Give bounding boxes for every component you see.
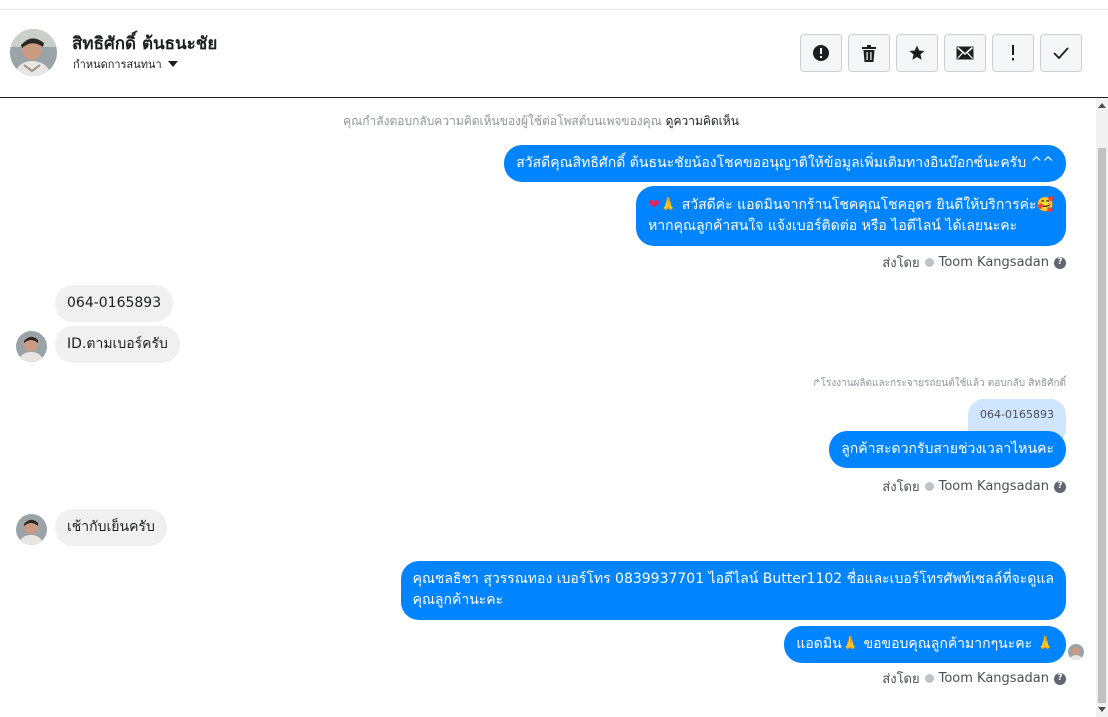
message-text: 064-0165893 — [67, 295, 162, 311]
envelope-icon — [956, 46, 974, 60]
seen-avatar — [1068, 644, 1084, 660]
incoming-message[interactable]: ID.ตามเบอร์ครับ — [55, 326, 180, 363]
reply-note: ↱โรงงานผลิตและกระจายรถยนต์ใช้แล้ว ตอบกลั… — [812, 376, 1066, 391]
contact-avatar[interactable] — [10, 29, 57, 76]
sent-by-label: ส่งโดย Toom Kangsadan ? — [882, 252, 1066, 273]
blush-emoji: 🥰 — [1036, 197, 1054, 213]
trash-icon — [862, 44, 876, 62]
assign-conversation-dropdown[interactable]: กำหนดการสนทนา — [73, 55, 178, 73]
incoming-message[interactable]: เช้ากับเย็นครับ — [55, 509, 167, 546]
sent-check-icon — [924, 482, 934, 491]
alert-circle-icon — [813, 45, 829, 61]
message-text: เช้ากับเย็นครับ — [67, 519, 155, 535]
sender-name[interactable]: Toom Kangsadan — [939, 255, 1049, 270]
sent-by-prefix: ส่งโดย — [882, 256, 920, 271]
reply-arrow-icon: ↱ — [812, 378, 821, 389]
help-icon[interactable]: ? — [1054, 256, 1066, 269]
conversation-header: สิทธิศักดิ์ ต้นธนะชัย กำหนดการสนทนา — [0, 10, 1108, 98]
contact-name[interactable]: สิทธิศักดิ์ ต้นธนะชัย — [72, 30, 217, 57]
sent-by-label: ส่งโดย Toom Kangsadan ? — [882, 476, 1066, 497]
exclamation-icon — [1012, 45, 1014, 61]
incoming-message[interactable]: 064-0165893 — [55, 285, 174, 322]
contact-avatar-small[interactable] — [16, 331, 47, 362]
sent-by-prefix: ส่งโดย — [882, 672, 920, 687]
message-text: คุณชลธิชา สุวรรณทอง เบอร์โทร 0839937701 … — [412, 571, 1054, 587]
help-icon[interactable]: ? — [1054, 672, 1066, 685]
assign-label: กำหนดการสนทนา — [73, 58, 162, 71]
mark-unread-button[interactable] — [944, 34, 986, 72]
check-icon — [1053, 47, 1069, 59]
pray-emoji: 🙏 — [1036, 636, 1054, 652]
quoted-text: 064-0165893 — [980, 408, 1054, 421]
heart-emoji: ❤ — [648, 197, 660, 213]
message-text: หากคุณลูกค้าสนใจ แจ้งเบอร์ติดต่อ หรือ ไอ… — [648, 218, 1018, 234]
sent-by-prefix: ส่งโดย — [882, 480, 920, 495]
message-text: สวัสดีค่ะ แอดมินจากร้านโชคคุณโชคอุดร ยิน… — [681, 197, 1037, 213]
message-text: แอดมิน — [796, 636, 842, 652]
sender-name[interactable]: Toom Kangsadan — [939, 479, 1049, 494]
reply-context: คุณกำลังตอบกลับความคิดเห็นของผู้ใช้ต่อโพ… — [0, 112, 1082, 131]
help-icon[interactable]: ? — [1054, 480, 1066, 493]
outgoing-message[interactable]: แอดมิน🙏 ขอขอบคุณลูกค้ามากๆนะคะ 🙏 — [784, 626, 1066, 663]
message-text: ขอขอบคุณลูกค้ามากๆนะคะ — [863, 636, 1033, 652]
scrollbar[interactable] — [1096, 98, 1108, 717]
message-text: ลูกค้าสะดวกรับสายช่วงเวลาไหนคะ — [841, 441, 1054, 457]
contact-avatar-small[interactable] — [16, 514, 47, 545]
follow-up-button[interactable] — [992, 34, 1034, 72]
scrollbar-thumb[interactable] — [1098, 148, 1106, 703]
sent-by-label: ส่งโดย Toom Kangsadan ? — [882, 668, 1066, 689]
outgoing-message[interactable]: ❤🙏 สวัสดีค่ะ แอดมินจากร้านโชคคุณโชคอุดร … — [636, 186, 1066, 246]
message-thread[interactable]: คุณกำลังตอบกลับความคิดเห็นของผู้ใช้ต่อโพ… — [0, 98, 1096, 717]
spam-button[interactable] — [800, 34, 842, 72]
star-icon — [909, 45, 925, 60]
sender-name[interactable]: Toom Kangsadan — [939, 671, 1049, 686]
sent-check-icon — [924, 674, 934, 683]
delete-button[interactable] — [848, 34, 890, 72]
done-button[interactable] — [1040, 34, 1082, 72]
pray-emoji: 🙏 — [659, 197, 678, 213]
pray-emoji: 🙏 — [841, 636, 860, 652]
star-button[interactable] — [896, 34, 938, 72]
outgoing-message[interactable]: สวัสดีคุณสิทธิศักดิ์ ต้นธนะชัยน้องโชคขออ… — [504, 145, 1066, 182]
reply-context-text: คุณกำลังตอบกลับความคิดเห็นของผู้ใช้ต่อโพ… — [343, 114, 662, 128]
message-text: ID.ตามเบอร์ครับ — [67, 336, 168, 352]
action-toolbar — [800, 34, 1082, 72]
view-comment-link[interactable]: ดูความคิดเห็น — [666, 114, 739, 128]
scroll-up-icon[interactable] — [1098, 103, 1106, 108]
reply-note-text: โรงงานผลิตและกระจายรถยนต์ใช้แล้ว ตอบกลับ… — [820, 378, 1066, 389]
outgoing-message[interactable]: คุณชลธิชา สุวรรณทอง เบอร์โทร 0839937701 … — [400, 561, 1066, 620]
message-text: คุณลูกค้านะคะ — [412, 592, 504, 608]
caret-down-icon — [167, 61, 178, 67]
message-text: สวัสดีคุณสิทธิศักดิ์ ต้นธนะชัยน้องโชคขออ… — [516, 155, 1054, 171]
sent-check-icon — [924, 258, 934, 267]
outgoing-message[interactable]: ลูกค้าสะดวกรับสายช่วงเวลาไหนคะ — [829, 431, 1066, 468]
top-strip — [0, 0, 1108, 10]
scroll-down-icon[interactable] — [1098, 707, 1106, 712]
